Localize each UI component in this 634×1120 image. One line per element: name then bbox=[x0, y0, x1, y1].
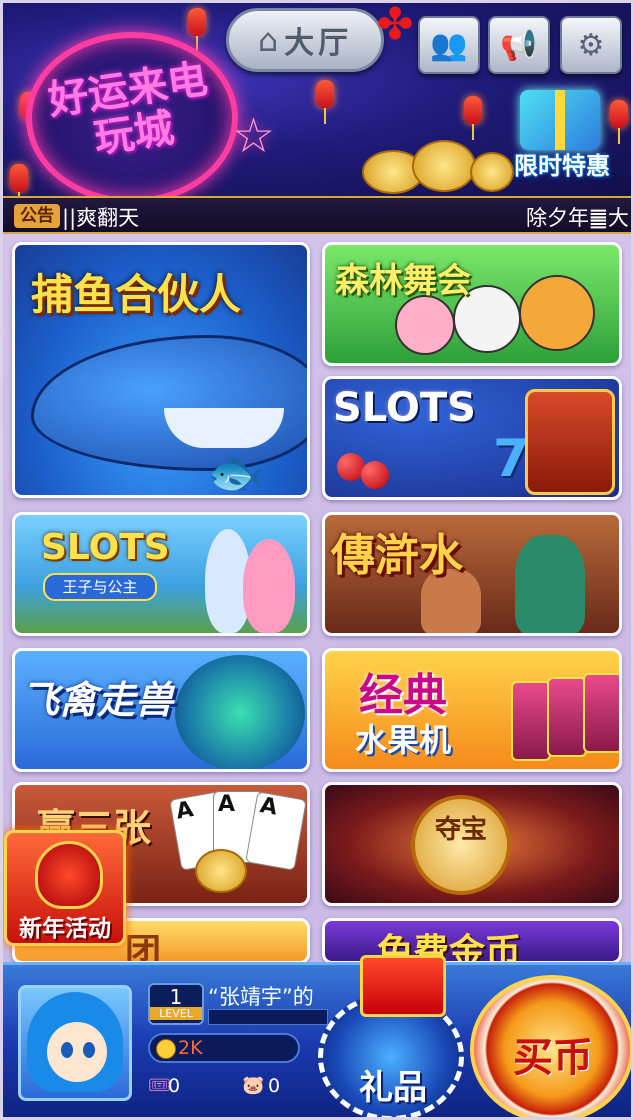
game-tile-water-margin[interactable]: 傳滸水 bbox=[322, 512, 622, 636]
lobby-label: 大厅 bbox=[284, 26, 353, 61]
piggy-balance: 🐷 0 bbox=[242, 1071, 302, 1101]
pig-illustration bbox=[395, 295, 455, 355]
game-tile-fishing[interactable]: 🐟 捕鱼合伙人 bbox=[12, 242, 310, 498]
limited-offer-button[interactable]: 限时特惠 bbox=[500, 90, 624, 186]
gift-box-icon bbox=[520, 90, 600, 150]
experience-bar bbox=[208, 1009, 328, 1025]
top-banner: 好运来电玩城 ☆ ⌂ 大厅 ✤ 👥 📢 ⚙ 限时特惠 bbox=[0, 0, 634, 208]
lantern-decoration bbox=[188, 8, 206, 52]
fish-icon: 🐟 bbox=[207, 445, 265, 498]
lantern-decoration bbox=[10, 164, 28, 208]
announcement-marquee[interactable]: 公告 ||爽翻天 除夕年䷀大 bbox=[0, 196, 634, 234]
gift-label: 礼品 bbox=[359, 1068, 427, 1108]
treasure-badge: 夺宝 bbox=[411, 795, 511, 895]
level-label: LEVEL bbox=[150, 1007, 202, 1020]
game-title: SLOTS bbox=[41, 527, 170, 568]
game-title: 经典 bbox=[359, 670, 447, 721]
game-title: 森林舞会 bbox=[335, 261, 471, 301]
game-tile-prince-princess-slots[interactable]: SLOTS 王子与公主 bbox=[12, 512, 310, 636]
coin-balance[interactable]: 2K bbox=[148, 1033, 300, 1063]
friends-button[interactable]: 👥 bbox=[418, 16, 480, 74]
game-title: SLOTS bbox=[333, 385, 476, 431]
coin-icon bbox=[156, 1039, 176, 1059]
megaphone-icon: 📢 bbox=[500, 27, 538, 63]
avatar[interactable] bbox=[18, 985, 132, 1101]
avatar-eye bbox=[61, 1042, 73, 1058]
avatar-face bbox=[47, 1022, 107, 1082]
game-subtitle: 水果机 bbox=[355, 721, 452, 759]
arcade-cabinet-illustration bbox=[511, 681, 551, 761]
playing-card-icon: A bbox=[245, 791, 307, 871]
arcade-cabinet-illustration bbox=[547, 677, 587, 757]
game-subtitle: 王子与公主 bbox=[43, 573, 157, 601]
lucky-bag-icon bbox=[35, 841, 103, 909]
announcement-tag: 公告 bbox=[14, 204, 60, 228]
buy-coins-button[interactable]: 买币 bbox=[470, 975, 634, 1120]
marquee-text: ||爽翻天 bbox=[62, 206, 140, 230]
game-title: 团 bbox=[125, 932, 162, 964]
piggy-count: 0 bbox=[268, 1075, 281, 1097]
coin-stack-icon bbox=[195, 849, 247, 893]
ticket-balance: 🎟 0 bbox=[148, 1071, 208, 1101]
piggy-bank-icon: 🐷 bbox=[242, 1075, 265, 1096]
level-badge: 1 LEVEL bbox=[148, 983, 204, 1025]
player-info-bar: 1 LEVEL “张靖宇”的 2K 🎟 0 🐷 0 礼品 买币 bbox=[0, 955, 634, 1120]
slot-machine-illustration bbox=[525, 389, 615, 495]
limited-offer-label: 限时特惠 bbox=[514, 152, 610, 180]
new-year-event-label: 新年活动 bbox=[19, 916, 111, 942]
home-icon: ⌂ bbox=[257, 21, 279, 59]
coin-amount: 2K bbox=[178, 1037, 203, 1059]
player-name: “张靖宇”的 bbox=[208, 985, 314, 1009]
game-title: 傳滸水 bbox=[331, 530, 463, 581]
gift-box-icon bbox=[360, 955, 446, 1017]
game-tile-birds-beasts[interactable]: 飞禽走兽 bbox=[12, 648, 310, 772]
game-tile-treasure[interactable]: 夺宝 bbox=[322, 782, 622, 906]
lantern-decoration bbox=[316, 80, 334, 124]
coin-pile-decoration bbox=[412, 140, 476, 192]
shark-illustration bbox=[31, 335, 307, 471]
game-tile-fruit-machine[interactable]: 经典 水果机 bbox=[322, 648, 622, 772]
cherry-icon bbox=[361, 461, 389, 489]
new-year-event-button[interactable]: 新年活动 bbox=[4, 830, 126, 946]
game-tile-forest-party[interactable]: 森林舞会 bbox=[322, 242, 622, 366]
settings-button[interactable]: ⚙ bbox=[560, 16, 622, 74]
buy-coins-label: 买币 bbox=[513, 1035, 593, 1081]
marquee-text: 除夕年䷀大 bbox=[526, 206, 629, 230]
game-title: 飞禽走兽 bbox=[21, 678, 174, 722]
peacock-illustration bbox=[175, 655, 305, 769]
avatar-eye bbox=[83, 1042, 95, 1058]
seven-icon: 7 bbox=[493, 429, 530, 489]
star-icon: ☆ bbox=[232, 108, 276, 164]
friends-icon: 👥 bbox=[430, 27, 468, 63]
lion-illustration bbox=[519, 275, 595, 351]
game-tile-slots[interactable]: 7 SLOTS bbox=[322, 376, 622, 500]
game-lobby-screen: 好运来电玩城 ☆ ⌂ 大厅 ✤ 👥 📢 ⚙ 限时特惠 公告 ||爽翻天 除夕年䷀… bbox=[0, 0, 634, 1120]
level-number: 1 bbox=[169, 985, 183, 1009]
lantern-decoration bbox=[464, 96, 482, 140]
warrior-illustration bbox=[515, 535, 585, 633]
arcade-cabinet-illustration bbox=[583, 673, 619, 753]
game-title: 捕鱼合伙人 bbox=[31, 270, 242, 319]
announcement-button[interactable]: 📢 bbox=[488, 16, 550, 74]
ticket-count: 0 bbox=[168, 1075, 181, 1097]
gear-icon: ⚙ bbox=[577, 27, 605, 63]
princess-illustration bbox=[243, 539, 295, 633]
